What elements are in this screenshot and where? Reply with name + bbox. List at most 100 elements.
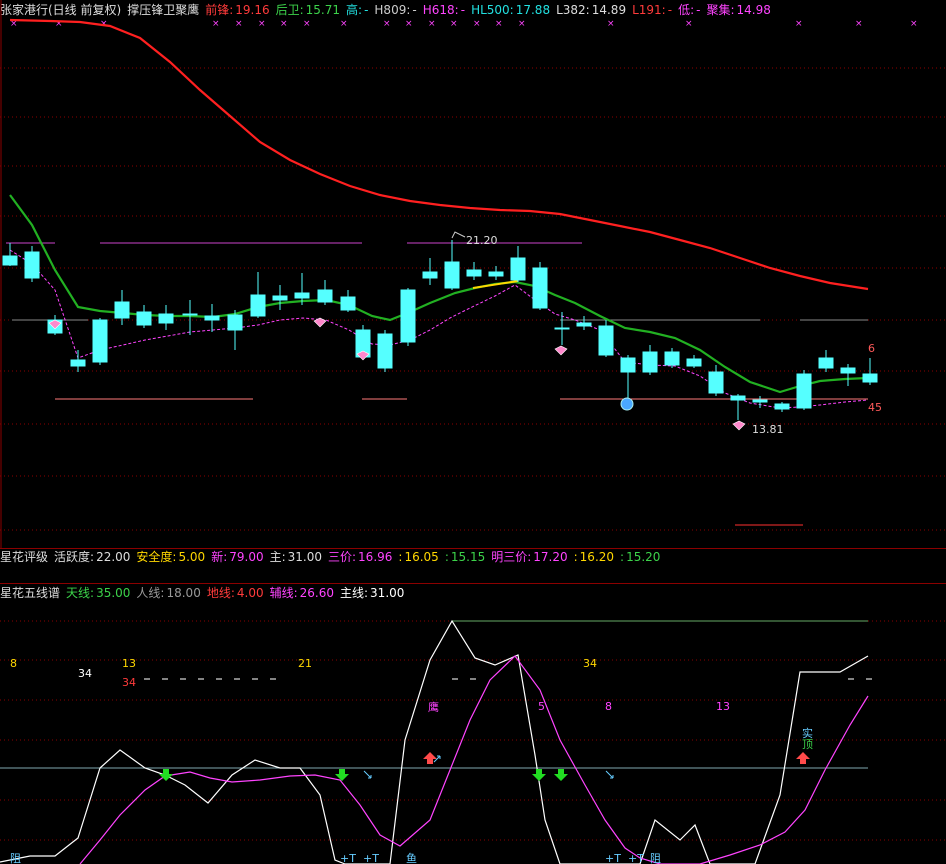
fib-label: 34 [583,657,597,670]
arrow-diag-icon [605,770,614,779]
ding-signal: 顶 [802,738,813,751]
fib-label: 21 [298,657,312,670]
gem-icon [554,345,568,356]
rating-item-value: 16.20 [579,550,615,564]
rating-item-label: : [620,550,625,564]
rating-item-label: 安全度: [136,550,177,564]
x-marker: × [495,19,503,29]
right-count-bottom: 45 [868,401,882,414]
ma-dashed-magenta [9,249,869,409]
fib-label: 8 [605,700,612,713]
gem-icon [313,317,327,328]
rating-item-value: 22.00 [96,550,131,564]
rating-item-label: 活跃度: [54,550,95,564]
candle-body [642,351,658,373]
arrow-up-icon [423,752,437,764]
x-marker: × [795,19,803,29]
candle-body [400,289,416,343]
x-marker: × [518,19,526,29]
candle-body [840,367,856,374]
zu-signal: 阻 [10,852,21,864]
candle-body [2,255,18,266]
fiveline-title: 星花五线谱 [0,586,61,600]
gem-icon [732,420,746,431]
fib-label: 13 [122,657,136,670]
x-marker: × [473,19,481,29]
rating-title: 星花评级 [0,550,49,564]
x-marker: × [280,19,288,29]
pane-separator [0,583,946,584]
candle-body [227,314,243,331]
rating-item-label: 明三价: [491,550,532,564]
x-marker: × [685,19,693,29]
fiveline-item: 地线: 4.00 [207,586,264,600]
fiveline-item: 辅线: 26.60 [270,586,334,600]
rating-item-value: 15.15 [450,550,486,564]
rating-item-label: 主: [269,550,286,564]
x-marker: × [303,19,311,29]
rating-item: 主: 31.00 [270,550,322,564]
fiveline-item-value: 18.00 [166,586,201,600]
rating-values: 活跃度: 22.00 安全度: 5.00 新: 79.00 主: 31.00 三价: 16.96:… [54,550,666,564]
candle-body [158,313,174,324]
candle-body [250,294,266,317]
candle-body [466,269,482,277]
candle-body [70,359,86,367]
signal-arrows [159,752,810,781]
candle-body [510,257,526,281]
x-marker: × [450,19,458,29]
candle-body [774,403,790,410]
candle-body [317,289,333,303]
candlesticks [2,240,878,420]
fib-label: 5 [538,700,545,713]
rating-item: :15.15 [445,550,485,564]
rating-item-label: 新: [211,550,228,564]
arrow-down-icon [532,769,546,781]
fiveline-item-label: 地线: [206,586,235,600]
rating-item-label: : [444,550,449,564]
candle-body [730,395,746,401]
rating-header: 星花评级 活跃度: 22.00 安全度: 5.00 新: 79.00 主: 31.00 三价: 16… [0,549,672,565]
fiveline-item-label: 人线: [136,586,165,600]
candle-body [204,315,220,321]
fiveline-item-value: 26.60 [299,586,334,600]
ma-green [9,194,869,394]
aux-line-magenta [79,655,869,864]
fiveline-values: 天线: 35.00 人线: 18.00 地线: 4.00 辅线: 26.60 主线: 31.00 [66,586,410,600]
rating-item: 新: 79.00 [211,550,263,564]
low-annotation: 13.81 [752,423,784,436]
rating-item-value: 16.96 [358,550,393,564]
fiveline-item-label: 主线: [340,586,369,600]
top-markers: × × × × × × × × × × × × × × × × × × × × × [10,19,918,29]
stock-chart[interactable]: × × × × × × × × × × × × × × × × × × × × × 21.20 13.81 6 45 [0,0,946,864]
x-marker: × [258,19,266,29]
fib-label: 13 [716,700,730,713]
candle-body [422,271,438,279]
price-grid [0,67,946,531]
fiveline-header: 星花五线谱 天线: 35.00 人线: 18.00 地线: 4.00 辅线: 26.60 主线: 3… [0,585,416,601]
x-marker: × [405,19,413,29]
plus-t-signal: +T [605,852,621,864]
rating-item: :16.05 [398,550,438,564]
fiveline-item: 主线: 31.00 [340,586,404,600]
candle-body [620,357,636,373]
rating-item-label: : [573,550,578,564]
candle-body [24,251,40,279]
rating-item-value: 17.20 [533,550,568,564]
rating-item-value: 15.20 [626,550,661,564]
candle-body [92,319,108,363]
candle-body [532,267,548,309]
high-annotation: 21.20 [466,234,498,247]
fiveline-item-label: 辅线: [269,586,298,600]
fiveline-item-value: 31.00 [370,586,405,600]
arrow-down-icon [554,769,568,781]
x-marker: × [212,19,220,29]
fiveline-item: 天线: 35.00 [66,586,130,600]
ying-signal: 鹰 [428,700,439,714]
x-marker: × [910,19,918,29]
candle-body [444,261,460,289]
rating-item-label: 三价: [328,550,357,564]
candle-body [686,358,702,367]
candle-body [664,351,680,366]
yu-signal: 鱼 [406,851,417,864]
